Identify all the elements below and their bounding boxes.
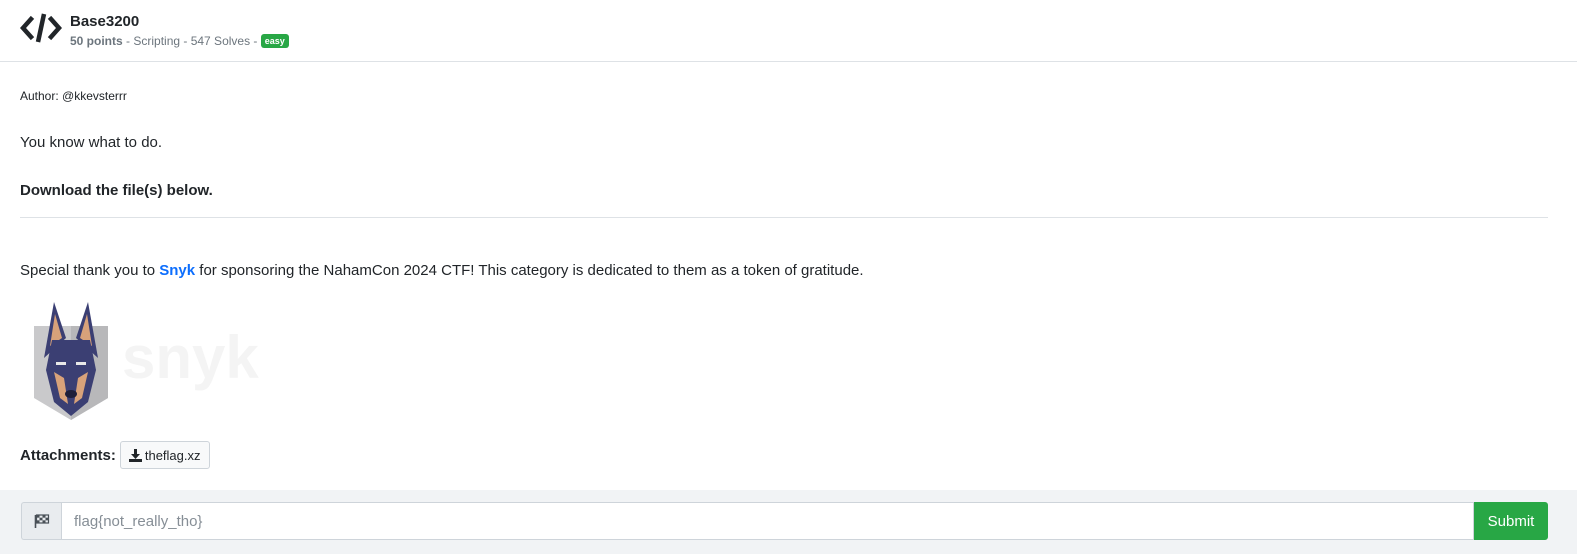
- flag-icon: [34, 514, 49, 528]
- sponsor-text-before: Special thank you to: [20, 262, 160, 279]
- flag-addon: [21, 502, 61, 540]
- attachments-label: Attachments:: [20, 446, 116, 464]
- attachments-row: Attachments: theflag.xz: [20, 440, 210, 470]
- description-text: You know what to do.: [20, 134, 163, 151]
- sponsor-thanks: Special thank you to Snyk for sponsoring…: [20, 262, 864, 279]
- challenge-category: - Scripting - 547 Solves -: [122, 34, 261, 48]
- flag-input[interactable]: [61, 502, 1474, 540]
- difficulty-badge: easy: [260, 34, 289, 48]
- challenge-header: Base3200 50 points - Scripting - 547 Sol…: [0, 0, 1577, 62]
- divider: [20, 217, 1548, 218]
- author-line: Author: @kkevsterrr: [20, 89, 127, 103]
- flag-submit-bar: Submit: [0, 490, 1577, 554]
- challenge-meta: 50 points - Scripting - 547 Solves - eas…: [70, 34, 289, 48]
- attachment-file-name: theflag.xz: [144, 447, 201, 463]
- flag-input-group: Submit: [21, 502, 1548, 540]
- snyk-wordmark: snyk: [122, 324, 259, 391]
- code-icon: [20, 13, 62, 43]
- snyk-link[interactable]: Snyk: [159, 262, 195, 279]
- challenge-title: Base3200: [70, 13, 140, 30]
- sponsor-text-after: for sponsoring the NahamCon 2024 CTF! Th…: [195, 262, 864, 279]
- download-icon: [128, 448, 142, 462]
- challenge-points: 50 points: [70, 34, 123, 48]
- attachment-file-button[interactable]: theflag.xz: [119, 441, 210, 469]
- snyk-logo: snyk: [34, 302, 259, 420]
- download-note: Download the file(s) below.: [20, 182, 213, 199]
- submit-button[interactable]: Submit: [1474, 502, 1548, 540]
